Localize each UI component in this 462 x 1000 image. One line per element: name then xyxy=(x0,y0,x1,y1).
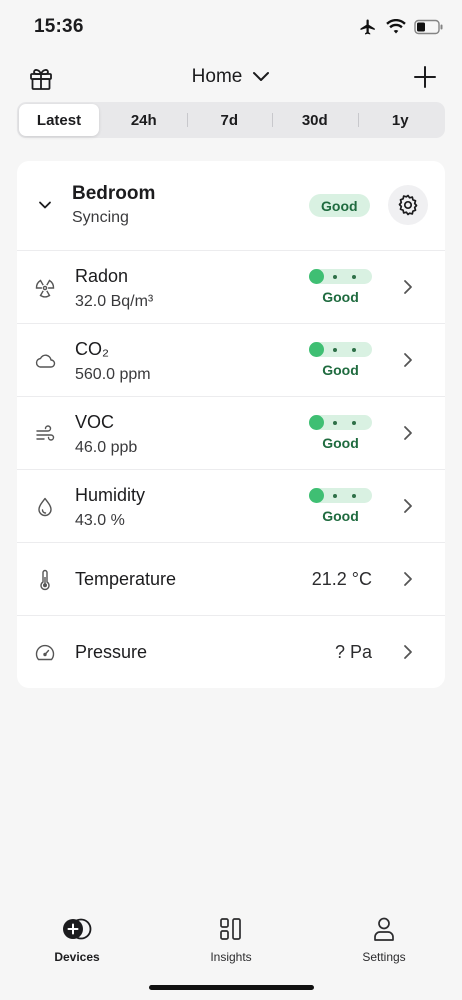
cloud-icon xyxy=(35,354,56,368)
devices-icon xyxy=(63,918,92,940)
level-dot-active xyxy=(309,269,324,284)
level-dot xyxy=(333,493,337,498)
device-status-badge: Good xyxy=(309,194,370,217)
home-title: Home xyxy=(191,66,243,87)
chevron-right-icon xyxy=(404,353,412,367)
level-dot-active xyxy=(309,488,324,503)
level-indicator xyxy=(309,488,372,503)
sensor-value: 560.0 ppm xyxy=(75,366,151,383)
sensor-row-humidity[interactable]: Humidity 43.0 % Good xyxy=(17,470,445,543)
device-sync-status: Syncing xyxy=(72,209,129,226)
status-icons xyxy=(358,16,444,38)
segment-24h[interactable]: 24h xyxy=(101,104,187,136)
sensor-rating: Good xyxy=(322,508,359,524)
top-header: Home xyxy=(0,56,462,102)
wifi-icon xyxy=(386,19,406,34)
time-range-segmented-control: Latest 24h 7d 30d 1y xyxy=(17,102,445,138)
device-settings-button[interactable] xyxy=(388,185,428,225)
gauge-icon xyxy=(35,644,55,661)
device-name: Bedroom xyxy=(72,183,156,204)
thermometer-icon xyxy=(40,569,50,591)
sensor-name: VOC xyxy=(75,412,115,432)
level-indicator xyxy=(309,342,372,357)
insights-icon xyxy=(220,918,241,940)
device-header[interactable]: Bedroom Syncing Good xyxy=(17,161,445,251)
status-time: 15:36 xyxy=(34,16,84,37)
sensor-row-co2[interactable]: CO₂ 560.0 ppm Good xyxy=(17,324,445,397)
level-dot xyxy=(333,420,337,425)
collapse-chevron-icon[interactable] xyxy=(37,197,53,213)
chevron-right-icon xyxy=(404,426,412,440)
radiation-icon xyxy=(35,279,55,298)
sensor-value: ? Pa xyxy=(334,642,372,662)
level-dot xyxy=(352,420,356,425)
sensor-name: Temperature xyxy=(75,569,177,589)
level-indicator xyxy=(309,269,372,284)
level-dot xyxy=(352,274,356,279)
sensor-row-radon[interactable]: Radon 32.0 Bq/m³ Good xyxy=(17,251,445,324)
sensor-rating: Good xyxy=(322,362,359,378)
sensor-row-voc[interactable]: VOC 46.0 ppb Good xyxy=(17,397,445,470)
gear-icon xyxy=(398,194,418,216)
sensor-rating: Good xyxy=(322,289,359,305)
segment-1y[interactable]: 1y xyxy=(357,104,444,136)
tab-label: Settings xyxy=(362,950,406,964)
level-dot-active xyxy=(309,415,324,430)
sensor-rating: Good xyxy=(322,435,359,451)
sensor-value: 21.2 °C xyxy=(311,569,372,589)
sensor-row-pressure[interactable]: Pressure ? Pa xyxy=(17,616,445,688)
level-dot-active xyxy=(309,342,324,357)
sensor-name: Radon xyxy=(75,266,129,286)
level-indicator xyxy=(309,415,372,430)
tab-insights[interactable]: Insights xyxy=(176,916,286,964)
person-icon xyxy=(374,917,394,941)
battery-icon xyxy=(414,19,443,35)
sensor-name: CO₂ xyxy=(75,339,109,359)
tab-settings[interactable]: Settings xyxy=(329,916,439,964)
chevron-right-icon xyxy=(404,280,412,294)
device-card: Bedroom Syncing Good Radon 32.0 Bq/m³ Go… xyxy=(17,161,445,688)
segment-30d[interactable]: 30d xyxy=(272,104,358,136)
chevron-down-icon xyxy=(253,72,270,81)
chevron-right-icon xyxy=(404,645,412,659)
level-dot xyxy=(333,347,337,352)
plus-icon xyxy=(414,66,436,88)
home-selector[interactable]: Home xyxy=(0,66,462,88)
airplane-icon xyxy=(360,19,375,35)
sensor-name: Humidity xyxy=(75,485,146,505)
level-dot xyxy=(352,347,356,352)
wind-icon xyxy=(36,425,55,441)
home-indicator xyxy=(149,985,314,990)
status-bar: 15:36 xyxy=(0,0,462,56)
tab-label: Insights xyxy=(210,950,252,964)
add-button[interactable] xyxy=(412,64,438,90)
chevron-right-icon xyxy=(404,572,412,586)
sensor-row-temperature[interactable]: Temperature 21.2 °C xyxy=(17,543,445,616)
sensor-value: 46.0 ppb xyxy=(75,439,138,456)
sensor-name: Pressure xyxy=(75,642,148,662)
segment-latest[interactable]: Latest xyxy=(19,104,99,136)
sensor-value: 32.0 Bq/m³ xyxy=(75,293,154,310)
droplet-icon xyxy=(38,497,52,517)
chevron-right-icon xyxy=(404,499,412,513)
level-dot xyxy=(352,493,356,498)
sensor-value: 43.0 % xyxy=(75,512,125,529)
tab-label: Devices xyxy=(54,950,100,964)
tab-devices[interactable]: Devices xyxy=(22,916,132,964)
segment-7d[interactable]: 7d xyxy=(186,104,273,136)
level-dot xyxy=(333,274,337,279)
